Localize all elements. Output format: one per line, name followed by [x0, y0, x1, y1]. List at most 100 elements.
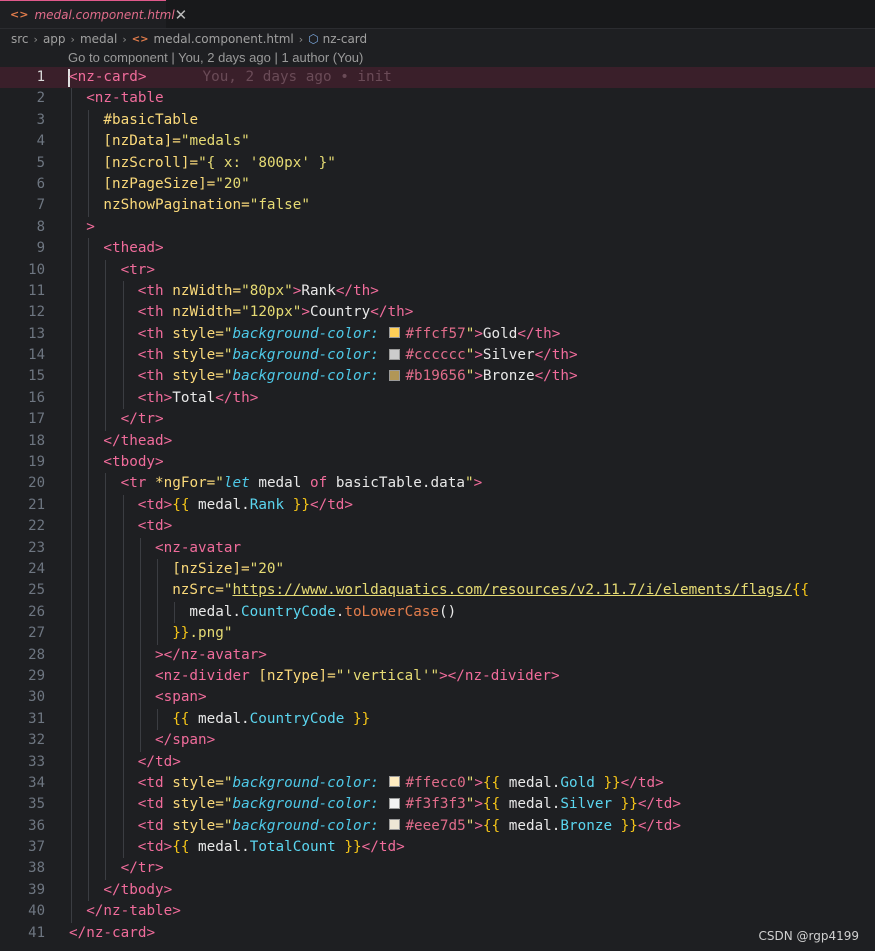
code-line[interactable]: 38 </tr> — [0, 858, 875, 880]
indent-guide — [88, 558, 90, 581]
code-line[interactable]: 2 <nz-table — [0, 88, 875, 110]
code-token: {{ — [172, 710, 190, 727]
breadcrumb-item-symbol[interactable]: nz-card — [323, 32, 368, 46]
color-swatch-icon[interactable] — [389, 819, 401, 831]
close-icon[interactable]: ✕ — [175, 6, 188, 24]
code-token: {{ — [172, 839, 190, 856]
code-token: " — [464, 475, 474, 492]
indent-guide — [88, 131, 90, 153]
code-line[interactable]: 32 </span> — [0, 730, 875, 752]
breadcrumb-item-src[interactable]: src — [11, 32, 29, 46]
color-swatch-icon[interactable] — [389, 369, 401, 381]
code-line[interactable]: 12 <th nzWidth="120px">Country</th> — [0, 302, 875, 324]
code-line[interactable]: 17 </tr> — [0, 409, 875, 431]
code-token: background-color: — [232, 817, 379, 834]
indent-guide — [71, 858, 72, 880]
code-line[interactable]: 20 <tr *ngFor="let medal of basicTable.da… — [0, 473, 875, 495]
code-line[interactable]: 35 <td style="background-color: #f3f3f3">… — [0, 794, 875, 816]
code-line[interactable]: 25 nzSrc="https://www.worldaquatics.com/r… — [0, 580, 875, 602]
code-token: " — [223, 774, 233, 791]
code-editor[interactable]: 1 <nz-card> You, 2 days ago • init 2 <nz-tab… — [0, 67, 875, 944]
code-line[interactable]: 13 <th style="background-color: #ffcf57">… — [0, 323, 875, 346]
code-line[interactable]: 5 [nzScroll]="{ x: '800px' }" — [0, 152, 875, 174]
code-token: < — [103, 240, 112, 257]
codelens[interactable]: Go to component | You, 2 days ago | 1 au… — [68, 50, 363, 68]
indent-guide — [88, 430, 90, 453]
indent-guide — [71, 345, 72, 367]
line-number: 26 — [28, 603, 45, 620]
code-token: </ — [215, 389, 233, 406]
code-token: }} — [603, 774, 621, 791]
code-text: </nz-table> — [86, 901, 181, 922]
code-line[interactable]: 9 <thead> — [0, 238, 875, 260]
code-line[interactable]: 10 <tr> — [0, 259, 875, 281]
indent-guide — [105, 644, 107, 666]
color-swatch-icon[interactable] — [389, 348, 401, 360]
color-swatch-icon[interactable] — [389, 327, 401, 339]
code-text: <td>{{ medal.TotalCount }}</td> — [138, 837, 405, 858]
indent-guide — [122, 772, 124, 795]
code-line[interactable]: 29 <nz-divider [nzType]="'vertical'"></nz… — [0, 665, 875, 688]
code-line[interactable]: 3 #basicTable — [0, 109, 875, 132]
color-swatch-icon[interactable] — [389, 797, 401, 809]
color-swatch-icon[interactable] — [389, 776, 401, 788]
code-line[interactable]: 4 [nzData]="medals" — [0, 131, 875, 153]
code-line[interactable]: 41 </nz-card> — [0, 923, 875, 944]
indent-guide — [105, 580, 107, 602]
code-line[interactable]: 8 > — [0, 216, 875, 239]
breadcrumb-item-medal[interactable]: medal — [80, 32, 117, 46]
code-line[interactable]: 23 <nz-avatar — [0, 537, 875, 559]
code-line[interactable]: 18 </thead> — [0, 430, 875, 453]
indent-guide — [122, 366, 124, 388]
code-token: <th — [137, 368, 173, 385]
code-token: tr — [137, 411, 156, 428]
code-line[interactable]: 40 </nz-table> — [0, 901, 875, 923]
code-line[interactable]: 36 <td style="background-color: #eee7d5">… — [0, 815, 875, 838]
line-number: 28 — [28, 646, 45, 663]
chevron-right-icon: › — [70, 32, 75, 46]
code-line[interactable]: 26 medal.CountryCode.toLowerCase() — [0, 601, 875, 624]
breadcrumb-item-app[interactable]: app — [43, 32, 66, 46]
code-line[interactable]: 19 <tbody> — [0, 452, 875, 474]
indent-guide — [122, 644, 124, 666]
indent-guide — [157, 601, 158, 624]
indent-guide — [71, 238, 72, 260]
code-token: </ — [637, 796, 656, 813]
indent-guide — [105, 623, 107, 645]
line-number: 18 — [28, 432, 45, 449]
code-line[interactable]: 34 <td style="background-color: #ffecc0">… — [0, 772, 875, 795]
code-line[interactable]: 1 <nz-card> You, 2 days ago • init — [0, 67, 875, 89]
code-line[interactable]: 16 <th>Total</th> — [0, 387, 875, 410]
code-token: </ — [637, 817, 656, 834]
line-number: 24 — [28, 560, 45, 577]
git-blame-annotation: You, 2 days ago • init — [202, 69, 392, 85]
code-token: Bronze — [482, 368, 535, 385]
code-token: > — [172, 903, 181, 920]
code-token: "20" — [249, 560, 285, 577]
indent-guide — [157, 558, 158, 581]
tab-medal-component-html[interactable]: <> medal.component.html ✕ — [0, 0, 187, 28]
code-line[interactable]: 31 {{ medal.CountryCode }} — [0, 708, 875, 731]
code-line[interactable]: 11 <th nzWidth="80px">Rank</th> — [0, 280, 875, 303]
code-line[interactable]: 22 <td> — [0, 516, 875, 538]
code-line[interactable]: 21 <td>{{ medal.Rank }}</td> — [0, 494, 875, 517]
code-line[interactable]: 15 <th style="background-color: #b19656">… — [0, 366, 875, 388]
line-number: 31 — [28, 710, 45, 727]
code-line[interactable]: 39 </tbody> — [0, 879, 875, 902]
code-token: <nz-divider — [155, 667, 259, 684]
code-line[interactable]: 28 ></nz-avatar> — [0, 644, 875, 666]
html-file-icon: <> — [10, 8, 29, 21]
breadcrumb-item-file[interactable]: medal.component.html — [154, 32, 294, 46]
code-line[interactable]: 37 <td>{{ medal.TotalCount }}</td> — [0, 837, 875, 859]
code-line[interactable]: 6 [nzPageSize]="20" — [0, 173, 875, 196]
code-line[interactable]: 14 <th style="background-color: #cccccc">… — [0, 345, 875, 367]
code-line[interactable]: 33 </td> — [0, 751, 875, 773]
code-line[interactable]: 7 nzShowPagination="false" — [0, 195, 875, 217]
code-line[interactable]: 24 [nzSize]="20" — [0, 558, 875, 581]
indent-guide — [122, 323, 124, 346]
code-token: > — [473, 475, 483, 492]
code-line[interactable]: 27}}.png" — [0, 623, 875, 645]
code-line[interactable]: 30 <span> — [0, 687, 875, 709]
code-token: https://www.worldaquatics.com/resources/… — [232, 582, 792, 599]
